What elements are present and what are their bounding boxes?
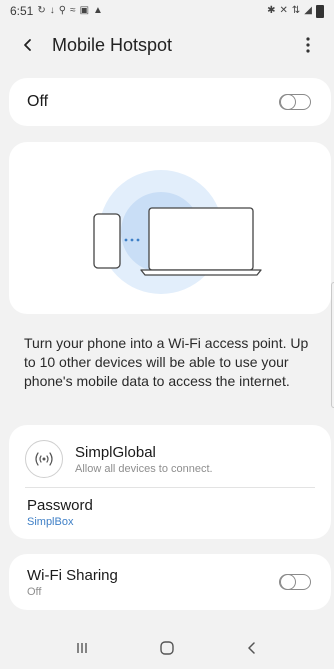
bag-icon: ▲: [93, 5, 103, 16]
switch-knob: [280, 573, 296, 590]
bluetooth-icon: ✱: [267, 5, 276, 16]
lte-icon: ⇅: [291, 5, 301, 16]
wifi-sharing-value: Off: [27, 585, 42, 598]
status-left: 6:51 ↻ ↓ ⚲ ≈ ▣ ▲: [10, 4, 103, 18]
network-name-row[interactable]: SimplGlobal Allow all devices to connect…: [25, 437, 315, 481]
connection-dot-1: [124, 238, 128, 242]
home-button[interactable]: [149, 633, 185, 663]
divider: [25, 487, 315, 488]
back-button[interactable]: [14, 31, 42, 59]
wifi-sharing-label: Wi-Fi Sharing: [27, 566, 118, 584]
sync-icon: ↻: [37, 5, 46, 16]
network-name: SimplGlobal: [75, 443, 156, 461]
network-text: SimplGlobal Allow all devices to connect…: [75, 444, 213, 475]
laptop-base: [140, 269, 262, 276]
laptop-icon: [148, 207, 254, 271]
image-icon: ▣: [79, 5, 90, 16]
password-row[interactable]: Password SimplBox: [27, 497, 317, 528]
recent-apps-button[interactable]: [64, 633, 100, 663]
navigation-bar: [0, 627, 334, 669]
nav-back-button[interactable]: [234, 633, 270, 663]
hotspot-icon: [25, 440, 63, 478]
network-card: SimplGlobal Allow all devices to connect…: [9, 425, 331, 539]
search-icon: ⚲: [58, 5, 67, 16]
chevron-left-icon: [24, 39, 31, 51]
home-icon: [160, 641, 174, 655]
hotspot-switch[interactable]: [279, 93, 311, 110]
wifi-sharing-row[interactable]: Wi-Fi Sharing Off: [9, 554, 331, 610]
download-icon: ↓: [49, 5, 55, 16]
hotspot-illustration-card: [9, 142, 331, 314]
status-bar: 6:51 ↻ ↓ ⚲ ≈ ▣ ▲ ✱ ✕ ⇅ ◢: [0, 0, 334, 22]
app-bar: Mobile Hotspot: [0, 22, 334, 68]
switch-knob: [280, 93, 296, 110]
wifi-off-icon: ≈: [70, 5, 76, 16]
back-icon: [247, 642, 255, 654]
more-options-button[interactable]: [296, 31, 320, 59]
hotspot-description: Turn your phone into a Wi-Fi access poin…: [24, 335, 309, 389]
battery-icon: [316, 4, 324, 18]
signal-icon: ◢: [304, 5, 312, 16]
mute-icon: ✕: [279, 5, 288, 16]
hotspot-illustration: [93, 170, 262, 294]
phone-icon: [93, 213, 121, 269]
connection-dot-2: [130, 238, 134, 242]
wifi-sharing-switch[interactable]: [279, 573, 311, 590]
more-vert-icon: [306, 37, 310, 53]
page-title: Mobile Hotspot: [52, 34, 173, 55]
hotspot-toggle-row[interactable]: Off: [9, 78, 331, 126]
wifi-sharing-text: Wi-Fi Sharing Off: [27, 567, 118, 598]
password-label: Password: [27, 497, 93, 514]
status-time: 6:51: [10, 4, 34, 18]
hotspot-state-label: Off: [27, 93, 49, 110]
status-right: ✱ ✕ ⇅ ◢: [267, 4, 324, 18]
connection-dot-3: [136, 238, 140, 242]
network-subtitle: Allow all devices to connect.: [75, 462, 213, 475]
password-value: SimplBox: [27, 516, 74, 528]
recent-apps-icon: [77, 643, 88, 653]
